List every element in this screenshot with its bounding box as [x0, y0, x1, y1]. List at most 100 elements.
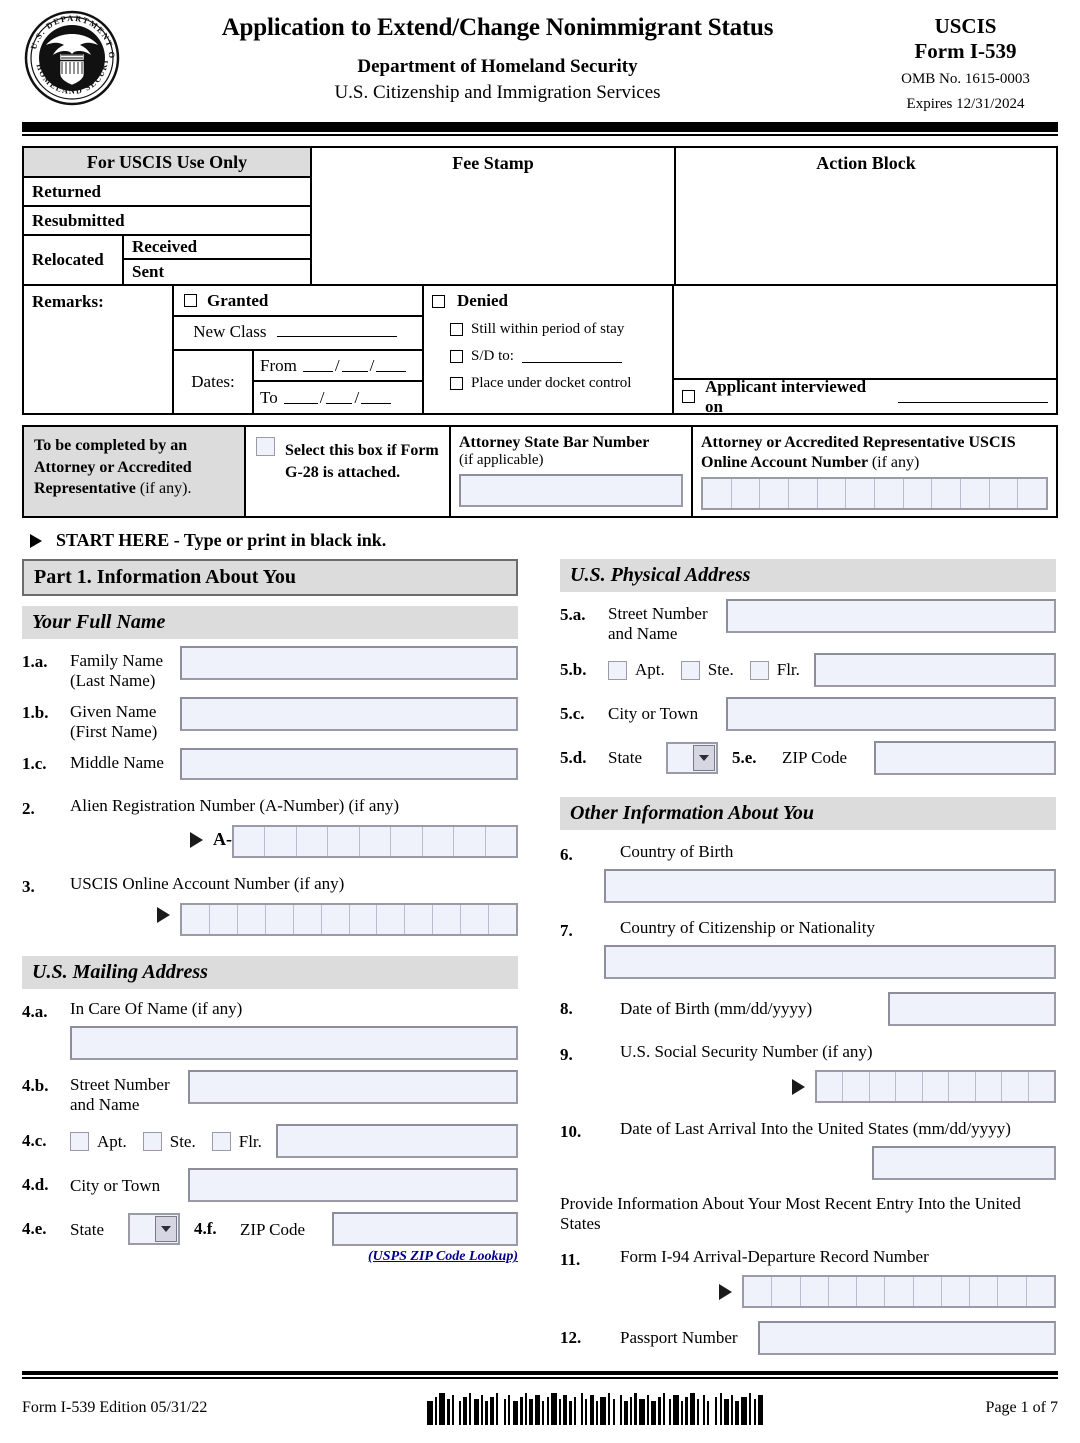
comb-cell[interactable] [182, 905, 210, 935]
usps-zip-lookup-link[interactable]: (USPS ZIP Code Lookup) [22, 1249, 518, 1265]
comb-cell[interactable] [294, 905, 322, 935]
comb-cell[interactable] [998, 1277, 1027, 1307]
comb-cell[interactable] [265, 827, 297, 857]
new-class-row[interactable]: New Class [174, 317, 422, 352]
country-of-birth-input[interactable] [604, 869, 1056, 904]
comb-cell[interactable] [896, 1072, 923, 1102]
i94-comb-input[interactable] [742, 1275, 1056, 1309]
comb-cell[interactable] [760, 479, 790, 509]
mailing-zip-input[interactable] [332, 1212, 518, 1247]
physical-street-input[interactable] [726, 599, 1056, 634]
comb-cell[interactable] [970, 1277, 999, 1307]
comb-cell[interactable] [932, 479, 962, 509]
comb-cell[interactable] [238, 905, 266, 935]
comb-cell[interactable] [829, 1277, 858, 1307]
country-of-citizenship-input[interactable] [604, 945, 1056, 980]
comb-cell[interactable] [489, 905, 516, 934]
mailing-ste-checkbox[interactable] [142, 1131, 162, 1151]
fee-stamp-cell[interactable]: Fee Stamp [312, 148, 676, 285]
physical-ste-checkbox[interactable] [680, 660, 700, 680]
comb-cell[interactable] [885, 1277, 914, 1307]
sd-to-row[interactable]: S/D to: [432, 348, 664, 365]
date-of-birth-input[interactable] [888, 992, 1056, 1027]
applicant-interviewed-row[interactable]: Applicant interviewed on [674, 377, 1056, 416]
comb-cell[interactable] [857, 1277, 886, 1307]
comb-cell[interactable] [976, 1072, 1003, 1102]
sd-to-line[interactable] [521, 350, 622, 364]
from-dd-line[interactable] [341, 359, 368, 373]
chevron-down-icon[interactable] [155, 1216, 177, 1243]
comb-cell[interactable] [360, 827, 392, 857]
mailing-state-select[interactable] [128, 1213, 180, 1246]
comb-cell[interactable] [1002, 1072, 1029, 1102]
docket-control-checkbox[interactable] [450, 377, 463, 391]
physical-state-select[interactable] [666, 742, 718, 775]
attorney-account-comb-input[interactable] [701, 477, 1048, 511]
granted-row[interactable]: Granted [174, 286, 422, 318]
comb-cell[interactable] [297, 827, 329, 857]
granted-checkbox[interactable] [184, 294, 197, 308]
to-mm-line[interactable] [283, 391, 318, 405]
comb-cell[interactable] [423, 827, 455, 857]
comb-cell[interactable] [990, 479, 1019, 509]
from-mm-line[interactable] [302, 359, 333, 373]
to-yy-line[interactable] [361, 391, 392, 405]
comb-cell[interactable] [801, 1277, 829, 1307]
ssn-comb-input[interactable] [815, 1070, 1056, 1104]
physical-apt-number-input[interactable] [813, 653, 1056, 688]
comb-cell[interactable] [942, 1277, 971, 1307]
mailing-street-input[interactable] [188, 1070, 518, 1105]
mailing-flr-checkbox[interactable] [211, 1131, 231, 1151]
comb-cell[interactable] [914, 1277, 942, 1307]
comb-cell[interactable] [1027, 1277, 1054, 1306]
comb-cell[interactable] [846, 479, 876, 509]
comb-cell[interactable] [1029, 1072, 1054, 1101]
comb-cell[interactable] [377, 905, 406, 935]
comb-cell[interactable] [961, 479, 990, 509]
date-to-row[interactable]: To / / [254, 382, 422, 413]
physical-city-input[interactable] [726, 697, 1056, 732]
comb-cell[interactable] [350, 905, 378, 935]
comb-cell[interactable] [818, 479, 847, 509]
a-number-comb-input[interactable] [232, 825, 518, 859]
still-within-checkbox[interactable] [450, 323, 463, 337]
mailing-apt-number-input[interactable] [275, 1124, 518, 1159]
comb-cell[interactable] [789, 479, 818, 509]
physical-flr-checkbox[interactable] [749, 660, 769, 680]
comb-cell[interactable] [1018, 479, 1046, 508]
returned-row[interactable]: Returned [24, 178, 310, 208]
comb-cell[interactable] [949, 1072, 976, 1102]
physical-zip-input[interactable] [874, 741, 1056, 776]
comb-cell[interactable] [454, 827, 486, 857]
comb-cell[interactable] [904, 479, 933, 509]
applicant-interviewed-line[interactable] [898, 390, 1048, 404]
resubmitted-row[interactable]: Resubmitted [24, 207, 310, 237]
given-name-input[interactable] [180, 697, 518, 732]
comb-cell[interactable] [732, 479, 761, 509]
mailing-city-input[interactable] [188, 1168, 518, 1203]
passport-number-input[interactable] [758, 1321, 1056, 1356]
docket-control-row[interactable]: Place under docket control [432, 375, 664, 392]
comb-cell[interactable] [744, 1277, 773, 1307]
denied-row[interactable]: Denied [432, 291, 664, 311]
comb-cell[interactable] [817, 1072, 844, 1102]
to-dd-line[interactable] [326, 391, 353, 405]
new-class-line[interactable] [276, 324, 397, 338]
relocated-row[interactable]: Relocated Received Sent [24, 236, 310, 285]
comb-cell[interactable] [210, 905, 238, 935]
comb-cell[interactable] [234, 827, 266, 857]
applicant-interviewed-checkbox[interactable] [682, 390, 695, 404]
family-name-input[interactable] [180, 646, 518, 681]
attorney-bar-number-input[interactable] [459, 474, 683, 508]
comb-cell[interactable] [703, 479, 732, 509]
still-within-row[interactable]: Still within period of stay [432, 321, 664, 338]
comb-cell[interactable] [772, 1277, 801, 1307]
g28-checkbox[interactable] [256, 437, 275, 457]
comb-cell[interactable] [391, 827, 423, 857]
comb-cell[interactable] [328, 827, 360, 857]
date-from-row[interactable]: From / / [254, 351, 422, 383]
comb-cell[interactable] [875, 479, 904, 509]
comb-cell[interactable] [486, 827, 516, 856]
denied-checkbox[interactable] [432, 294, 445, 308]
uscis-account-comb-input[interactable] [180, 903, 518, 937]
